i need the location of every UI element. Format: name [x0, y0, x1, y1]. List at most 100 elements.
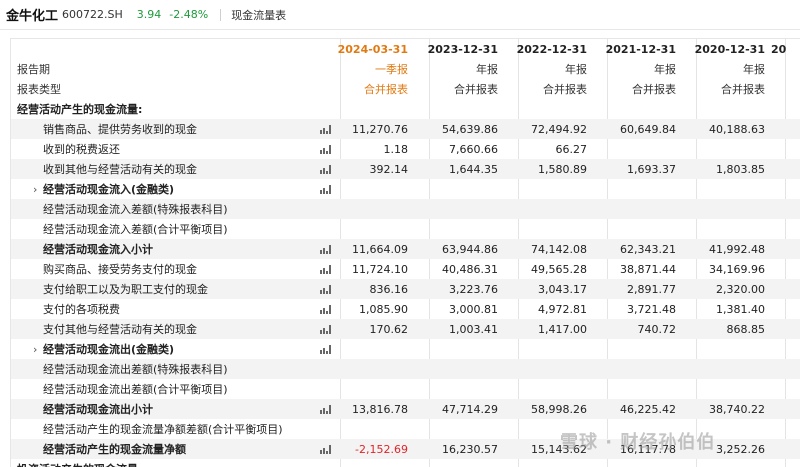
bar-chart-icon[interactable] — [320, 344, 332, 354]
row-value: 58,998.26 — [531, 402, 587, 416]
row-value: 3,043.17 — [538, 282, 587, 296]
row-value: 740.72 — [637, 322, 677, 336]
column-date: 2023-12-31 — [427, 42, 498, 56]
row-value: 1,381.40 — [716, 302, 765, 316]
row-value: 1,003.41 — [449, 322, 498, 336]
table-row: 经营活动现金流入小计 11,664.09 63,944.86 74,142.08 62,… — [11, 239, 800, 259]
row-value: 392.14 — [369, 162, 409, 176]
page-title[interactable]: 现金流量表 — [231, 7, 286, 23]
table-row: 收到其他与经营活动有关的现金 392.14 1,644.35 1,580.89 1,69… — [11, 159, 800, 179]
row-value: 7,660.66 — [449, 142, 498, 156]
row-value: 38,740.22 — [709, 402, 765, 416]
column-report-type: 合并报表 — [543, 83, 587, 96]
column-date: 20 — [771, 42, 787, 56]
row-value: 62,343.21 — [620, 242, 676, 256]
cash-flow-table: 2024-03-31 2023-12-31 2022-12-31 2021-12-31… — [10, 38, 800, 467]
row-value: 49,565.28 — [531, 262, 587, 276]
table-row: 收到的税费返还 1.18 7,660.66 66.27 — [11, 139, 800, 159]
header-row: 2024-03-31 2023-12-31 2022-12-31 2021-12-31… — [11, 39, 800, 59]
table-row: 经营活动现金流出小计 13,816.78 47,714.29 58,998.26 46,… — [11, 399, 800, 419]
row-label: 投资活动产生的现金流量: — [17, 461, 142, 467]
row-value: 63,944.86 — [442, 242, 498, 256]
row-value: 1,803.85 — [716, 162, 765, 176]
row-value: 1,417.00 — [538, 322, 587, 336]
row-value: 1,693.37 — [627, 162, 676, 176]
row-label: 经营活动现金流入差额(特殊报表科目) — [43, 203, 228, 216]
row-value: 1.18 — [383, 142, 409, 156]
bar-chart-icon[interactable] — [320, 184, 332, 194]
column-date: 2020-12-31 — [694, 42, 765, 56]
table-row: 经营活动现金流出差额(合计平衡项目) — [11, 379, 800, 399]
table-row: 销售商品、提供劳务收到的现金 11,270.76 54,639.86 72,494.9… — [11, 119, 800, 139]
header-divider — [220, 8, 222, 21]
row-label: 购买商品、接受劳务支付的现金 — [43, 263, 197, 276]
row-value: 34,169.96 — [709, 262, 765, 276]
row-label: 经营活动现金流入小计 — [43, 243, 153, 256]
row-label: 经营活动现金流出差额(合计平衡项目) — [43, 383, 228, 396]
row-value: 836.16 — [369, 282, 409, 296]
row-value: 74,142.08 — [531, 242, 587, 256]
row-value: 1,085.90 — [359, 302, 408, 316]
row-label: 收到的税费返还 — [43, 143, 120, 156]
row-value: 47,714.29 — [442, 402, 498, 416]
expand-chevron-icon[interactable]: › — [33, 343, 37, 356]
row-value: 11,724.10 — [352, 262, 408, 276]
expand-chevron-icon[interactable]: › — [33, 183, 37, 196]
row-label: 支付的各项税费 — [43, 303, 120, 316]
table-row: 支付给职工以及为职工支付的现金 836.16 3,223.76 3,043.17 2,8… — [11, 279, 800, 299]
row-value: 72,494.92 — [531, 122, 587, 136]
row-value: 40,486.31 — [442, 262, 498, 276]
table-row: 经营活动现金流出差额(特殊报表科目) — [11, 359, 800, 379]
row-value: -2,152.69 — [355, 442, 408, 456]
column-period-type: 年报 — [743, 63, 765, 76]
column-period-type[interactable]: 一季报 — [322, 61, 408, 77]
table-row: 经营活动现金流入差额(合计平衡项目) — [11, 219, 800, 239]
table-row: 经营活动现金流入差额(特殊报表科目) — [11, 199, 800, 219]
row-label: 销售商品、提供劳务收到的现金 — [43, 123, 197, 136]
row-value: 1,644.35 — [449, 162, 498, 176]
row-value: 2,891.77 — [627, 282, 676, 296]
row-value: 4,972.81 — [538, 302, 587, 316]
column-date: 2021-12-31 — [605, 42, 676, 56]
row-value: 54,639.86 — [442, 122, 498, 136]
table-row: 支付的各项税费 1,085.90 3,000.81 4,972.81 3,721.48 1… — [11, 299, 800, 319]
row-value: 3,721.48 — [627, 302, 676, 316]
watermark: 雪球 · 财经孙伯伯 — [560, 432, 716, 453]
row-label: 支付其他与经营活动有关的现金 — [43, 323, 197, 336]
header-row: 报表类型 合并报表 合并报表 合并报表 合并报表 合并报表 — [11, 79, 800, 99]
row-label: 经营活动产生的现金流量净额 — [43, 443, 186, 456]
stock-header: 金牛化工 600722.SH 3.94 -2.48% 现金流量表 — [0, 0, 800, 30]
column-report-type[interactable]: 合并报表 — [322, 81, 408, 97]
row-value: 1,580.89 — [538, 162, 587, 176]
header-row: 报告期 一季报 年报 年报 年报 年报 — [11, 59, 800, 79]
row-value: 13,816.78 — [352, 402, 408, 416]
row-label: 经营活动产生的现金流量净额差额(合计平衡项目) — [43, 423, 283, 436]
column-report-type: 合并报表 — [721, 83, 765, 96]
column-period-type: 年报 — [565, 63, 587, 76]
stock-name: 金牛化工 — [6, 9, 59, 24]
stock-change: -2.48% — [169, 8, 209, 21]
table-row: › 经营活动现金流出(金融类) — [11, 339, 800, 359]
row-value: 3,000.81 — [449, 302, 498, 316]
row-value: 46,225.42 — [620, 402, 676, 416]
row-label: 经营活动产生的现金流量: — [17, 103, 143, 116]
column-date: 2022-12-31 — [516, 42, 587, 56]
row-value: 3,223.76 — [449, 282, 498, 296]
table-row: 投资活动产生的现金流量: — [11, 459, 800, 467]
row-label: 经营活动现金流出差额(特殊报表科目) — [43, 363, 228, 376]
column-date[interactable]: 2024-03-31 — [322, 43, 408, 56]
row-value: 868.85 — [726, 322, 766, 336]
row-label: 经营活动现金流入(金融类) — [43, 183, 175, 196]
row-value: 41,992.48 — [709, 242, 765, 256]
row-value: 40,188.63 — [709, 122, 765, 136]
row-value: 11,664.09 — [352, 242, 408, 256]
row-value: 38,871.44 — [620, 262, 676, 276]
header-row-label: 报告期 — [17, 63, 50, 76]
row-label: 支付给职工以及为职工支付的现金 — [43, 283, 208, 296]
table-row: 经营活动产生的现金流量: — [11, 99, 800, 119]
table-row: 支付其他与经营活动有关的现金 170.62 1,003.41 1,417.00 740.… — [11, 319, 800, 339]
stock-price: 3.94 — [136, 8, 162, 21]
table-row: › 经营活动现金流入(金融类) — [11, 179, 800, 199]
stock-code: 600722.SH — [62, 8, 123, 21]
table-row: 购买商品、接受劳务支付的现金 11,724.10 40,486.31 49,565.2… — [11, 259, 800, 279]
